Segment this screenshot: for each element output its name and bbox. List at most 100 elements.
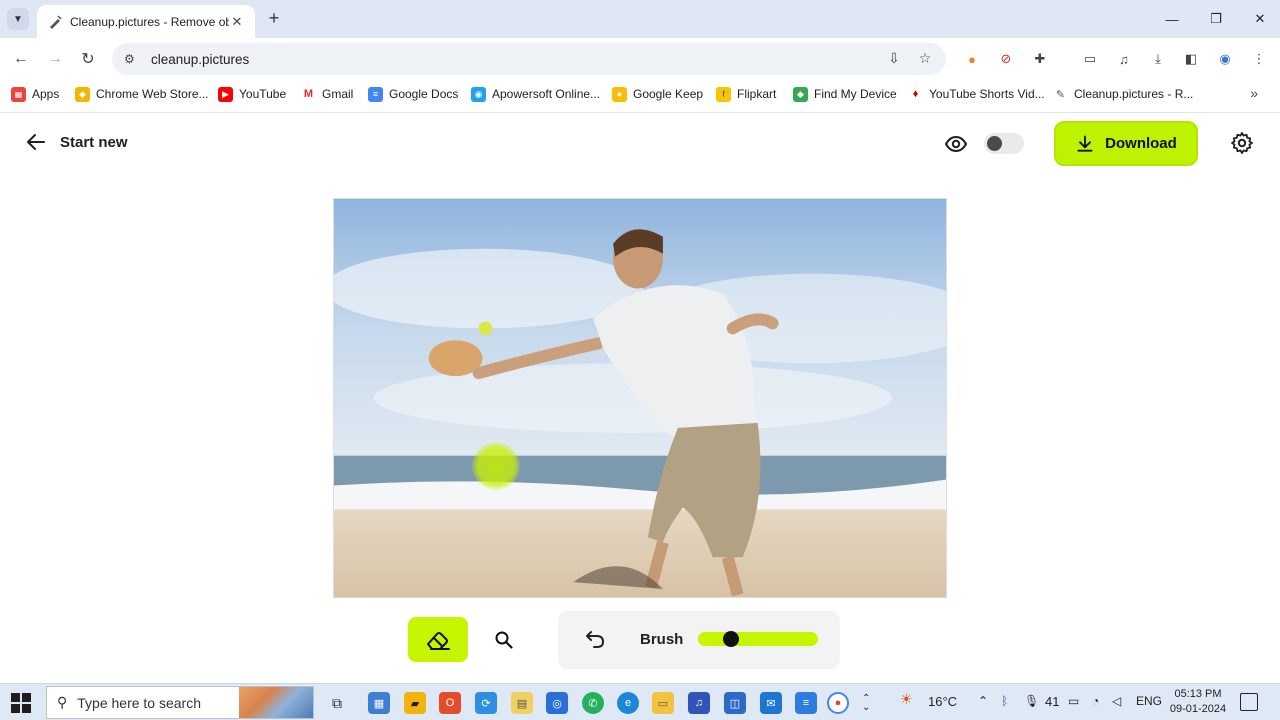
header-divider <box>0 112 1280 113</box>
minimize-button[interactable]: — <box>1150 0 1194 38</box>
extension-1-icon[interactable]: ● <box>962 49 982 69</box>
tray-show-hidden-icon[interactable]: ⌃ <box>978 694 988 708</box>
undo-icon[interactable] <box>582 628 606 652</box>
youtube-shorts-icon: ♦ <box>908 86 923 102</box>
calculator-icon[interactable]: ▦ <box>368 692 390 714</box>
cast-icon[interactable]: ▭ <box>1080 49 1100 69</box>
download-label: Download <box>1105 135 1177 152</box>
address-bar[interactable]: ⚙ cleanup.pictures ⇩ ☆ <box>112 43 946 75</box>
files-app-icon[interactable]: ▤ <box>511 692 533 714</box>
url-text: cleanup.pictures <box>151 51 250 67</box>
docs-app-icon[interactable]: ≡ <box>795 692 817 714</box>
bookmark-label: Gmail <box>322 87 354 101</box>
profile-avatar-icon[interactable]: ◉ <box>1215 49 1235 69</box>
notification-center-icon[interactable] <box>1240 693 1258 711</box>
language-indicator[interactable]: ENG <box>1136 694 1162 708</box>
bookmark-google-keep[interactable]: ● Google Keep <box>612 85 703 103</box>
browser-tab-strip: ▼ Cleanup.pictures - Remove obj ✕ + — ❐ … <box>0 0 1280 38</box>
google-keep-icon: ● <box>612 86 627 102</box>
bookmark-cleanup-pictures[interactable]: ✎ Cleanup.pictures - R... <box>1053 85 1193 103</box>
sticky-notes-icon[interactable]: ▰ <box>404 692 426 714</box>
system-clock[interactable]: 05:13 PM 09-01-2024 <box>1168 687 1228 717</box>
browser-tab-active[interactable]: Cleanup.pictures - Remove obj ✕ <box>37 5 255 38</box>
brush-toolbar: Brush <box>558 611 840 669</box>
new-tab-button[interactable]: + <box>263 8 285 30</box>
clock-date: 09-01-2024 <box>1169 703 1227 715</box>
battery-icon[interactable]: ▭ <box>1068 694 1079 708</box>
cleanup-favicon <box>47 14 63 30</box>
start-new-button[interactable]: Start new <box>24 130 128 154</box>
download-button[interactable]: Download <box>1054 121 1198 166</box>
bookmark-youtube-shorts[interactable]: ♦ YouTube Shorts Vid... <box>908 85 1045 103</box>
wifi-icon[interactable]: ◔ <box>1092 694 1099 708</box>
search-highlight-art <box>239 687 313 718</box>
restore-button[interactable]: ❐ <box>1194 0 1238 38</box>
store-app-icon[interactable]: ◎ <box>546 692 568 714</box>
extension-adblock-icon[interactable]: ⊘ <box>996 49 1016 69</box>
editing-canvas[interactable] <box>333 198 947 598</box>
bluetooth-icon[interactable]: ᛒ <box>1001 694 1008 708</box>
bookmark-find-my-device[interactable]: ◆ Find My Device <box>793 85 897 103</box>
media-controls-icon[interactable]: ♫ <box>1114 49 1134 69</box>
bookmarks-bar: ▦ Apps ◆ Chrome Web Store... ▶ YouTube M… <box>0 80 1280 108</box>
chrome-taskbar-icon[interactable]: ● <box>827 692 849 714</box>
bookmark-label: Apowersoft Online... <box>492 87 601 101</box>
bookmark-chrome-web-store[interactable]: ◆ Chrome Web Store... <box>75 85 209 103</box>
compare-toggle[interactable] <box>984 133 1024 154</box>
gmail-icon: M <box>301 86 316 102</box>
slider-thumb[interactable] <box>723 631 739 647</box>
office-icon[interactable]: O <box>439 692 461 714</box>
downloads-icon[interactable]: ⤓ <box>1148 49 1168 69</box>
search-icon: ⚲ <box>57 694 68 710</box>
chrome-menu-icon[interactable]: ⋮ <box>1249 49 1269 69</box>
microphone-icon[interactable]: 🎙 <box>1024 694 1039 708</box>
bookmark-youtube[interactable]: ▶ YouTube <box>218 85 286 103</box>
toggle-knob <box>987 136 1002 151</box>
edge-browser-icon[interactable]: e <box>617 692 639 714</box>
weather-temp[interactable]: 16°C <box>928 694 957 709</box>
find-my-device-icon: ◆ <box>793 86 808 102</box>
bookmark-gmail[interactable]: M Gmail <box>301 85 353 103</box>
brush-cursor <box>472 442 520 490</box>
taskbar-search-box[interactable]: ⚲ Type here to search <box>46 686 314 719</box>
side-panel-icon[interactable]: ◧ <box>1181 49 1201 69</box>
close-window-button[interactable]: ✕ <box>1238 0 1280 38</box>
sync-app-icon[interactable]: ⟳ <box>475 692 497 714</box>
bookmark-google-docs[interactable]: ≡ Google Docs <box>368 85 458 103</box>
brush-label: Brush <box>640 631 684 648</box>
bookmark-label: Cleanup.pictures - R... <box>1074 87 1194 101</box>
bookmark-label: Find My Device <box>814 87 897 101</box>
tab-close-icon[interactable]: ✕ <box>229 14 245 30</box>
bookmark-label: Google Keep <box>633 87 704 101</box>
bookmark-apowersoft[interactable]: ◉ Apowersoft Online... <box>471 85 600 103</box>
windows-start-icon[interactable] <box>10 692 32 714</box>
windows-taskbar: ⚲ Type here to search ⧉ ▦ ▰ O ⟳ ▤ ◎ ✆ e … <box>0 683 1280 720</box>
headphones-app-icon[interactable]: ♫ <box>688 692 710 714</box>
tab-search-button[interactable]: ▼ <box>7 8 29 30</box>
speaker-icon[interactable]: ◁ <box>1112 694 1121 708</box>
bookmarks-overflow-icon[interactable]: » <box>1250 85 1258 101</box>
extensions-puzzle-icon[interactable]: ✚ <box>1030 49 1050 69</box>
install-app-icon[interactable]: ⇩ <box>884 48 904 68</box>
forward-nav-icon[interactable]: → <box>44 48 66 70</box>
task-view-icon[interactable]: ⧉ <box>326 692 348 714</box>
bookmark-label: YouTube Shorts Vid... <box>929 87 1045 101</box>
start-new-label: Start new <box>60 133 128 151</box>
zoom-tool-button[interactable] <box>490 626 518 654</box>
bookmark-flipkart[interactable]: f Flipkart <box>716 85 776 103</box>
eye-icon[interactable] <box>944 132 968 156</box>
bookmark-apps[interactable]: ▦ Apps <box>11 85 59 103</box>
settings-gear-icon[interactable] <box>1230 131 1254 155</box>
google-docs-icon: ≡ <box>368 86 383 102</box>
mail-icon[interactable]: ✉ <box>760 692 782 714</box>
overflow-arrows-icon[interactable]: ⌃ ⌄ <box>862 694 870 713</box>
eraser-tool-button[interactable] <box>408 617 468 662</box>
ms-store-icon[interactable]: ◫ <box>724 692 746 714</box>
file-explorer-icon[interactable]: ▭ <box>652 692 674 714</box>
reload-icon[interactable]: ↻ <box>77 48 99 70</box>
site-info-icon[interactable]: ⚙ <box>124 52 140 66</box>
back-nav-icon[interactable]: ← <box>10 48 32 70</box>
whatsapp-icon[interactable]: ✆ <box>582 692 604 714</box>
brush-size-slider[interactable] <box>698 631 818 647</box>
bookmark-star-icon[interactable]: ☆ <box>915 48 935 68</box>
